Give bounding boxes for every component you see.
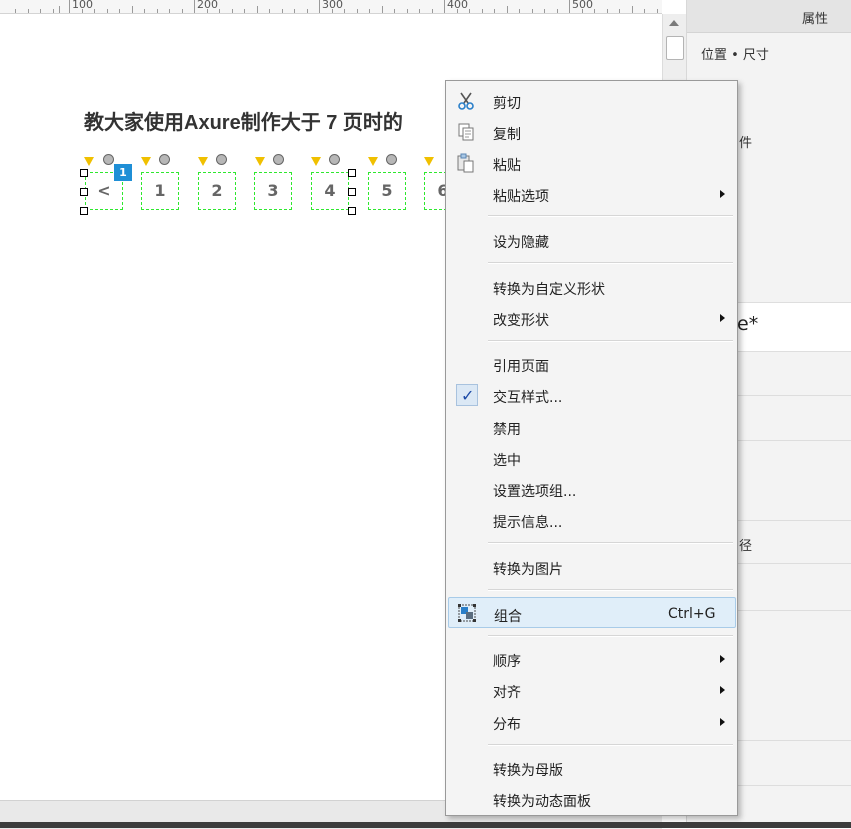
menu-separator [488, 340, 733, 342]
resize-handle[interactable] [80, 207, 88, 215]
menu-item-label: 设为隐藏 [493, 235, 549, 251]
panel-header: 属性 [687, 0, 851, 33]
menu-item-label: 组合 [494, 609, 522, 625]
submenu-arrow-icon [720, 655, 725, 663]
menu-separator [488, 215, 733, 217]
interaction-marker-icon [424, 157, 434, 166]
menu-item-order[interactable]: 顺序 [448, 645, 736, 673]
menu-item-label: 转换为动态面板 [493, 794, 591, 810]
menu-item-convert-custom-shape[interactable]: 转换为自定义形状 [448, 273, 736, 301]
menu-separator [488, 589, 733, 591]
resize-handle[interactable] [348, 169, 356, 177]
submenu-arrow-icon [720, 314, 725, 322]
ruler-label: 400 [447, 0, 468, 11]
interaction-marker-icon [255, 157, 265, 166]
interaction-marker-icon [368, 157, 378, 166]
menu-item-label: 转换为自定义形状 [493, 282, 605, 298]
horizontal-ruler: 100 200 300 400 500 [0, 0, 662, 14]
menu-item-distribute[interactable]: 分布 [448, 708, 736, 736]
menu-item-label: 转换为图片 [493, 562, 563, 578]
taskbar-edge [0, 822, 851, 828]
resize-handle[interactable] [348, 207, 356, 215]
menu-item-label: 粘贴选项 [493, 189, 549, 205]
menu-item-disable[interactable]: 禁用 [448, 413, 736, 441]
menu-item-label: 转换为母版 [493, 763, 563, 779]
menu-item-align[interactable]: 对齐 [448, 676, 736, 704]
menu-item-label: 交互样式... [493, 390, 563, 406]
pager-page-widget[interactable]: 1 [141, 172, 179, 210]
menu-separator [488, 635, 733, 637]
interaction-marker-icon [141, 157, 151, 166]
menu-item-label: 禁用 [493, 422, 521, 438]
menu-item-reference-page[interactable]: 引用页面 [448, 350, 736, 378]
interaction-marker-icon [311, 157, 321, 166]
menu-separator [488, 262, 733, 264]
resize-handle[interactable] [80, 169, 88, 177]
menu-item-paste-options[interactable]: 粘贴选项 [448, 180, 736, 208]
note-marker-icon [329, 154, 340, 165]
menu-item-select[interactable]: 选中 [448, 444, 736, 472]
menu-item-option-group[interactable]: 设置选项组... [448, 475, 736, 503]
resize-handle[interactable] [80, 188, 88, 196]
menu-item-label: 选中 [493, 453, 521, 469]
position-size-section[interactable]: 位置 • 尺寸 [701, 44, 769, 63]
context-menu: 剪切 复制 粘贴 粘贴选项 设为隐藏 转换为自定义形状 改变形状 引用页面 ✓ … [445, 80, 738, 816]
submenu-arrow-icon [720, 686, 725, 694]
menu-item-label: 粘贴 [493, 158, 521, 174]
menu-item-convert-master[interactable]: 转换为母版 [448, 754, 736, 782]
menu-item-change-shape[interactable]: 改变形状 [448, 304, 736, 332]
panel-title[interactable]: 属性 [802, 8, 828, 27]
selection-count-badge: 1 [114, 164, 132, 181]
interaction-marker-icon [198, 157, 208, 166]
scroll-up-icon[interactable] [669, 20, 679, 26]
pager-page-widget[interactable]: 4 [311, 172, 349, 210]
menu-item-label: 剪切 [493, 96, 521, 112]
menu-item-label: 改变形状 [493, 313, 549, 329]
menu-item-group[interactable]: 组合 Ctrl+G [448, 597, 736, 628]
group-icon [457, 603, 477, 623]
menu-item-label: 分布 [493, 717, 521, 733]
menu-item-paste[interactable]: 粘贴 [448, 149, 736, 177]
paste-icon [456, 153, 476, 173]
interaction-marker-icon [84, 157, 94, 166]
menu-item-label: 对齐 [493, 685, 521, 701]
note-marker-icon [103, 154, 114, 165]
ruler-label: 100 [72, 0, 93, 11]
menu-item-tooltip[interactable]: 提示信息... [448, 506, 736, 534]
resize-handle[interactable] [348, 188, 356, 196]
panel-label-fragment: 径 [739, 539, 753, 554]
ruler-label: 500 [572, 0, 593, 11]
menu-item-label: 设置选项组... [493, 484, 577, 500]
note-marker-icon [273, 154, 284, 165]
menu-separator [488, 542, 733, 544]
menu-item-copy[interactable]: 复制 [448, 118, 736, 146]
menu-item-shortcut: Ctrl+G [668, 606, 716, 622]
menu-item-interaction-styles[interactable]: ✓ 交互样式... [448, 381, 736, 409]
note-marker-icon [159, 154, 170, 165]
panel-label-fragment: 件 [739, 136, 753, 151]
menu-item-convert-image[interactable]: 转换为图片 [448, 553, 736, 581]
pager-page-widget[interactable]: 5 [368, 172, 406, 210]
note-marker-icon [386, 154, 397, 165]
canvas-title-text[interactable]: 教大家使用Axure制作大于 7 页时的 [84, 106, 403, 135]
copy-icon [456, 122, 476, 142]
menu-item-convert-dynamic-panel[interactable]: 转换为动态面板 [448, 785, 736, 813]
pager-page-widget[interactable]: 2 [198, 172, 236, 210]
submenu-arrow-icon [720, 190, 725, 198]
submenu-arrow-icon [720, 718, 725, 726]
menu-item-label: 复制 [493, 127, 521, 143]
menu-item-hide[interactable]: 设为隐藏 [448, 226, 736, 254]
scissors-icon [456, 91, 476, 111]
ruler-label: 200 [197, 0, 218, 11]
menu-item-label: 提示信息... [493, 515, 563, 531]
checkmark-icon: ✓ [456, 384, 478, 406]
ruler-label: 300 [322, 0, 343, 11]
menu-item-label: 顺序 [493, 654, 521, 670]
menu-separator [488, 744, 733, 746]
note-marker-icon [216, 154, 227, 165]
pager-page-widget[interactable]: 3 [254, 172, 292, 210]
scroll-thumb[interactable] [666, 36, 684, 60]
menu-item-cut[interactable]: 剪切 [448, 87, 736, 115]
menu-item-label: 引用页面 [493, 359, 549, 375]
